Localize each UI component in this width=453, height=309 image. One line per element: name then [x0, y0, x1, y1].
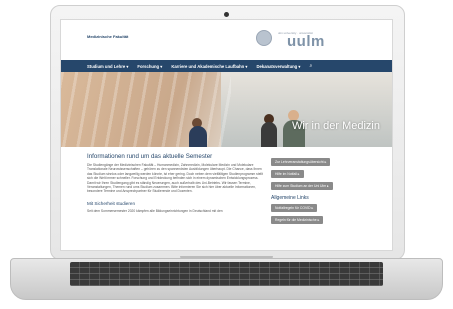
nav-item-forschung[interactable]: Forschung ▾ [137, 64, 162, 69]
covid-rules-link[interactable]: Notfallregeln für COVID ▸ [271, 204, 318, 212]
camera-icon [224, 12, 229, 17]
search-icon[interactable]: ⌕ [310, 63, 313, 69]
lehrveranstaltung-button[interactable]: Zur Lehrveranstaltungsübersicht ▸ [271, 158, 331, 166]
university-seal-icon [256, 30, 272, 46]
links-heading: Allgemeine Links [271, 195, 309, 201]
faculty-name-link[interactable]: Medizinische Fakultät [87, 34, 128, 39]
person-figure [261, 122, 277, 147]
person-figure [189, 126, 207, 147]
browser-screen: Medizinische Fakultät ulm university · u… [60, 19, 393, 251]
nav-item-dekanatsverwaltung[interactable]: Dekanatsverwaltung ▾ [257, 64, 301, 69]
sidebar: Zur Lehrveranstaltungsübersicht ▸ Hilfe … [271, 158, 371, 228]
section-title: Informationen rund um das aktuelle Semes… [87, 153, 213, 160]
nav-item-studium[interactable]: Studium und Lehre ▾ [87, 64, 128, 69]
hero-banner: Wir in der Medizin [61, 72, 392, 147]
hero-background-wall [221, 72, 392, 147]
medizin-rules-link[interactable]: Regeln für die Medizinische ▸ [271, 216, 324, 224]
subsection-text: Seit dem Sommersemester 2020 kämpfen all… [87, 208, 223, 213]
notfall-button[interactable]: Hilfe im Notfall ▸ [271, 170, 304, 178]
main-navigation: Studium und Lehre ▾ Forschung ▾ Karriere… [61, 60, 392, 72]
nav-item-karriere[interactable]: Karriere und Akademische Laufbahn ▾ [171, 64, 247, 69]
site-header: Medizinische Fakultät ulm university · u… [61, 20, 392, 60]
main-content: Informationen rund um das aktuelle Semes… [87, 153, 265, 213]
subsection-title: Mit Sicherheit studieren [87, 200, 136, 206]
studium-hilfe-button[interactable]: Hilfe zum Studium an der Uni Ulm ▸ [271, 182, 333, 190]
hero-title: Wir in der Medizin [291, 120, 380, 132]
intro-paragraph: Die Studiengänge der Medizinischen Fakul… [87, 163, 263, 194]
keyboard-rows [70, 262, 383, 286]
uulm-logo[interactable]: uulm [287, 33, 325, 50]
